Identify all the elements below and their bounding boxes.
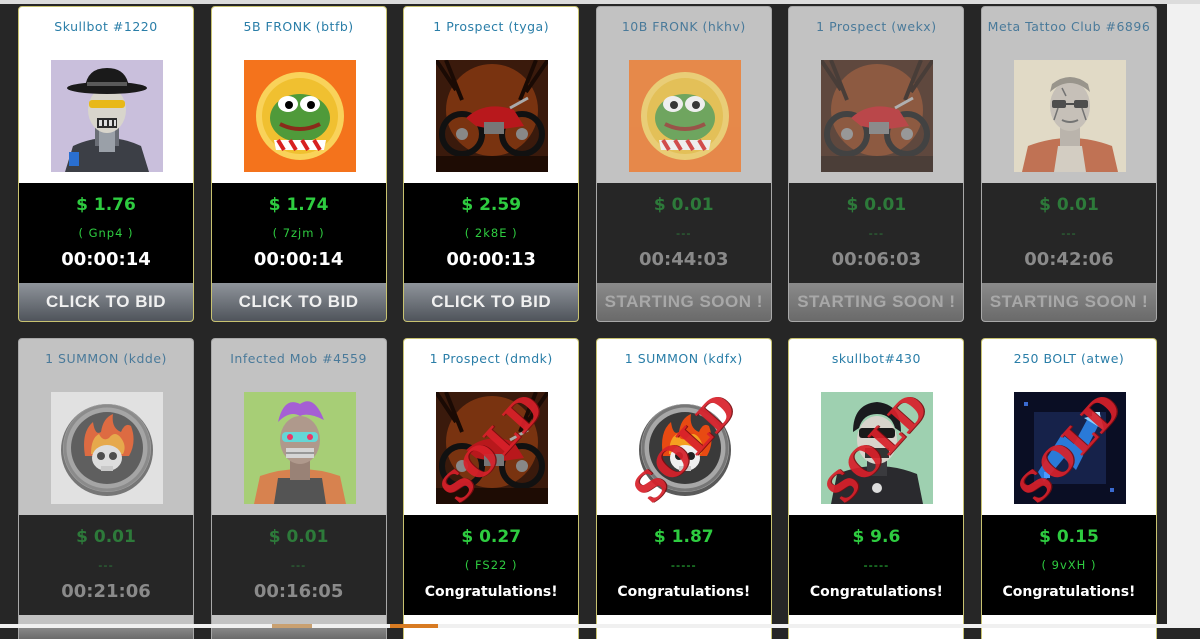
winner-code: ----- <box>670 558 697 572</box>
pepe-frog-coin-image[interactable] <box>628 60 741 172</box>
auction-card[interactable]: 5B FRONK (btfb) $ 1.74 ( 7zjm ) 00:00:14… <box>210 6 387 322</box>
current-price: $ 0.01 <box>653 195 714 215</box>
top-border <box>0 0 1200 4</box>
auction-card[interactable]: 1 Prospect (dmdk) SOLD $ 0.27 ( FS22 ) C… <box>403 338 580 639</box>
auction-card[interactable]: Meta Tattoo Club #6896 $ 0.01 --- 00:42:… <box>980 6 1157 322</box>
countdown-timer: 00:16:05 <box>253 581 344 602</box>
current-price: $ 0.01 <box>1039 195 1099 215</box>
price-panel: $ 0.27 ( FS22 ) Congratulations! <box>404 515 579 615</box>
pepe-frog-coin-image[interactable] <box>243 60 356 172</box>
congratulations-text: Congratulations! <box>1002 584 1136 600</box>
bottom-strip-segment <box>390 624 438 628</box>
price-panel: $ 0.01 --- 00:06:03 <box>789 183 964 283</box>
countdown-timer: 00:06:03 <box>831 249 922 270</box>
countdown-timer: 00:00:13 <box>446 249 536 270</box>
price-panel: $ 0.15 ( 9vXH ) Congratulations! <box>981 515 1156 615</box>
motorcycle-image[interactable] <box>821 60 934 172</box>
starting-soon-button[interactable]: STARTING SOON ! <box>596 283 771 321</box>
price-panel: $ 2.59 ( 2k8E ) 00:00:13 <box>404 183 579 283</box>
countdown-timer: 00:00:14 <box>61 249 151 270</box>
price-panel: $ 1.74 ( 7zjm ) 00:00:14 <box>211 183 386 283</box>
auction-card[interactable]: 1 Prospect (tyga) $ 2.59 ( 2k8E ) 00:00:… <box>403 6 580 322</box>
auction-card[interactable]: skullbot#430 SOLD $ 9.6 ----- Congratula… <box>788 338 965 639</box>
price-panel: $ 0.01 --- 00:21:06 <box>19 515 193 615</box>
auction-title[interactable]: 1 Prospect (tyga) <box>404 19 578 34</box>
auction-grid: Skullbot #1220 $ 1.76 ( Gnp4 ) 00:00:14 <box>18 6 1157 639</box>
countdown-timer: 00:21:06 <box>61 581 151 602</box>
bidder-code: --- <box>676 226 692 240</box>
auction-card[interactable]: Skullbot #1220 $ 1.76 ( Gnp4 ) 00:00:14 <box>18 6 194 322</box>
tattooed-man-image[interactable] <box>1013 60 1126 172</box>
current-price: $ 0.01 <box>268 527 329 547</box>
price-panel: $ 0.01 --- 00:44:03 <box>596 183 771 283</box>
skullbot-cowboy-image[interactable] <box>51 60 163 172</box>
starting-soon-button[interactable]: STARTING SOON ! <box>981 283 1156 321</box>
auction-card[interactable]: 1 SUMMON (kdde) $ 0.01 --- 00:21:06 <box>18 338 194 639</box>
final-price: $ 9.6 <box>852 527 901 547</box>
summon-skull-coin-image[interactable] <box>51 392 163 504</box>
price-panel: $ 0.01 --- 00:16:05 <box>211 515 386 615</box>
price-panel: $ 1.76 ( Gnp4 ) 00:00:14 <box>19 183 193 283</box>
winner-code: ( FS22 ) <box>464 558 518 572</box>
bolt-token-image[interactable]: SOLD <box>1013 392 1126 504</box>
winner-code: ----- <box>863 558 890 572</box>
auction-title[interactable]: Skullbot #1220 <box>19 19 193 34</box>
final-price: $ 0.15 <box>1039 527 1099 547</box>
click-to-bid-button[interactable]: CLICK TO BID <box>19 283 193 321</box>
countdown-timer: 00:44:03 <box>639 249 729 270</box>
auction-card[interactable]: Infected Mob #4559 $ 0.01 --- 00:16:05 <box>210 338 387 639</box>
starting-soon-button[interactable] <box>19 627 193 639</box>
bidder-code: --- <box>1061 226 1077 240</box>
current-price: $ 1.74 <box>268 195 329 215</box>
bidder-code: --- <box>290 558 307 572</box>
price-panel: $ 1.87 ----- Congratulations! <box>596 515 771 615</box>
price-panel: $ 9.6 ----- Congratulations! <box>789 515 964 615</box>
congratulations-text: Congratulations! <box>809 584 943 600</box>
auction-title[interactable]: 250 BOLT (atwe) <box>982 351 1156 366</box>
auction-title[interactable]: 1 SUMMON (kdfx) <box>597 351 771 366</box>
auction-title[interactable]: Meta Tattoo Club #6896 <box>982 19 1156 34</box>
auction-title[interactable]: 10B FRONK (hkhv) <box>597 19 771 34</box>
skullbot-hood-image[interactable]: SOLD <box>821 392 934 504</box>
congratulations-text: Congratulations! <box>617 584 751 600</box>
bidder-code: ( Gnp4 ) <box>78 226 134 240</box>
summon-skull-coin-image[interactable]: SOLD <box>628 392 741 504</box>
current-price: $ 0.01 <box>76 527 136 547</box>
auction-title[interactable]: 1 Prospect (dmdk) <box>404 351 578 366</box>
final-price: $ 0.27 <box>461 527 522 547</box>
bottom-strip-segment <box>272 624 312 628</box>
price-panel: $ 0.01 --- 00:42:06 <box>981 183 1156 283</box>
current-price: $ 2.59 <box>461 195 522 215</box>
motorcycle-image[interactable] <box>436 60 549 172</box>
bidder-code: ( 2k8E ) <box>464 226 518 240</box>
infected-mob-image[interactable] <box>243 392 356 504</box>
auction-title[interactable]: 1 SUMMON (kdde) <box>19 351 193 366</box>
page-scrollbar[interactable] <box>1167 4 1200 624</box>
auction-card[interactable]: 10B FRONK (hkhv) $ 0.01 --- 00:44:03 STA… <box>595 6 772 322</box>
congratulations-text: Congratulations! <box>424 584 558 600</box>
current-price: $ 1.76 <box>76 195 136 215</box>
auction-title[interactable]: 1 Prospect (wekx) <box>789 19 963 34</box>
motorcycle-image[interactable]: SOLD <box>436 392 549 504</box>
auction-title[interactable]: 5B FRONK (btfb) <box>212 19 386 34</box>
auction-card[interactable]: 1 SUMMON (kdfx) SOLD $ 1.87 ----- Congra… <box>595 338 772 639</box>
click-to-bid-button[interactable]: CLICK TO BID <box>404 283 579 321</box>
auction-title[interactable]: skullbot#430 <box>789 351 963 366</box>
auction-card[interactable]: 1 Prospect (wekx) $ 0.01 --- 00:06:03 ST… <box>788 6 965 322</box>
starting-soon-button[interactable] <box>211 627 386 639</box>
bidder-code: --- <box>98 558 114 572</box>
countdown-timer: 00:42:06 <box>1024 249 1114 270</box>
auction-card[interactable]: 250 BOLT (atwe) SOLD $ 0.15 ( 9vXH ) Con… <box>980 338 1157 639</box>
final-price: $ 1.87 <box>653 527 714 547</box>
bidder-code: ( 7zjm ) <box>272 226 325 240</box>
winner-code: ( 9vXH ) <box>1041 558 1097 572</box>
countdown-timer: 00:00:14 <box>253 249 344 270</box>
auction-title[interactable]: Infected Mob #4559 <box>212 351 386 366</box>
starting-soon-button[interactable]: STARTING SOON ! <box>789 283 964 321</box>
bidder-code: --- <box>868 226 885 240</box>
bottom-strip <box>0 624 1200 628</box>
click-to-bid-button[interactable]: CLICK TO BID <box>211 283 386 321</box>
current-price: $ 0.01 <box>846 195 907 215</box>
